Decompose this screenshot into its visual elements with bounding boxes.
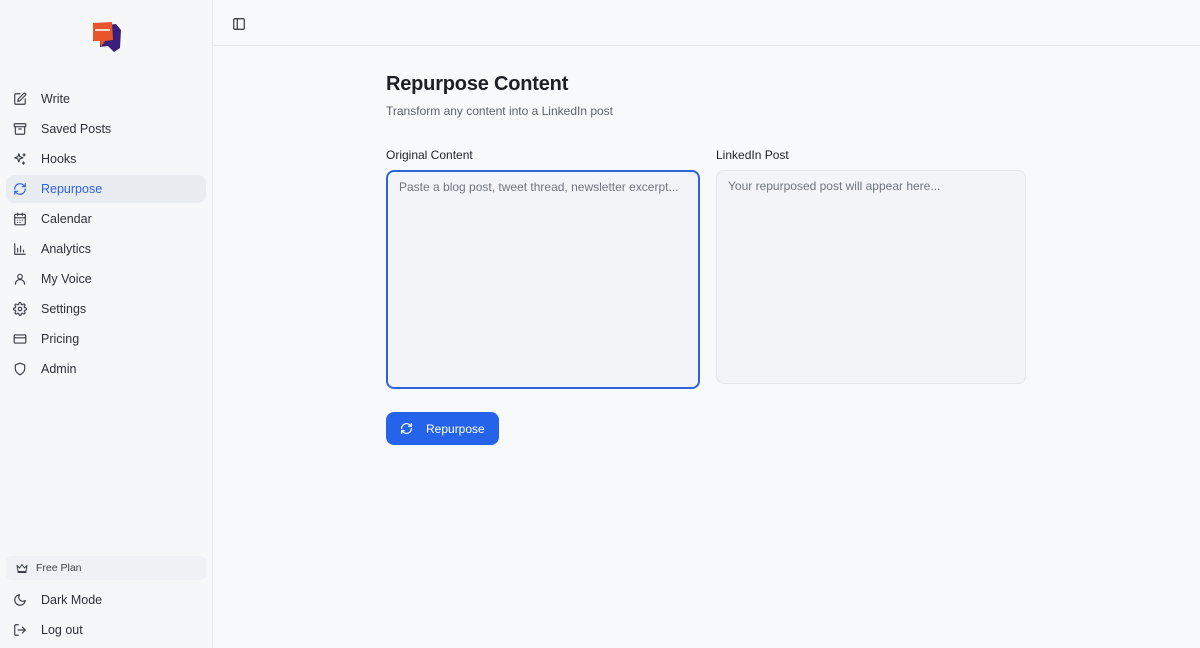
plan-badge: Free Plan: [6, 556, 206, 580]
panel-left-icon: [232, 18, 246, 35]
sidebar-item-label: Repurpose: [41, 182, 103, 196]
dark-mode-toggle[interactable]: Dark Mode: [6, 586, 206, 614]
sidebar-item-label: Settings: [41, 302, 87, 316]
linkedin-post-output: Your repurposed post will appear here...: [716, 170, 1026, 384]
sidebar-item-label: Saved Posts: [41, 122, 112, 136]
sidebar-footer: Free Plan Dark Mode Log out: [6, 556, 206, 646]
sidebar-item-write[interactable]: Write: [6, 85, 206, 113]
output-placeholder: Your repurposed post will appear here...: [728, 179, 941, 193]
page-subtitle: Transform any content into a LinkedIn po…: [386, 104, 614, 118]
refresh-icon: [13, 182, 27, 196]
app-root: Write Saved Posts Hooks Repurpose Calend…: [0, 0, 1200, 648]
archive-icon: [13, 122, 27, 136]
moon-icon: [13, 593, 27, 607]
original-content-input[interactable]: [386, 170, 700, 389]
sidebar-toggle-button[interactable]: [232, 17, 246, 31]
sidebar-item-label: My Voice: [41, 272, 92, 286]
sidebar-item-calendar[interactable]: Calendar: [6, 205, 206, 233]
repurpose-section: Repurpose Content Transform any content …: [386, 73, 1046, 445]
sidebar-item-label: Pricing: [41, 332, 80, 346]
dark-mode-label: Dark Mode: [41, 593, 103, 607]
sidebar-item-label: Admin: [41, 362, 77, 376]
bar-chart-icon: [13, 242, 27, 256]
page-title: Repurpose Content: [386, 73, 569, 95]
shield-icon: [13, 362, 27, 376]
crown-icon: [16, 562, 28, 574]
original-content-label: Original Content: [386, 148, 473, 162]
pencil-square-icon: [13, 92, 27, 106]
sidebar-item-repurpose[interactable]: Repurpose: [6, 175, 206, 203]
sidebar-item-admin[interactable]: Admin: [6, 355, 206, 383]
user-icon: [13, 272, 27, 286]
linkedin-post-label: LinkedIn Post: [716, 148, 789, 162]
repurpose-button[interactable]: Repurpose: [386, 412, 499, 445]
sidebar-item-saved-posts[interactable]: Saved Posts: [6, 115, 206, 143]
refresh-icon: [400, 422, 413, 435]
plan-label: Free Plan: [36, 562, 82, 574]
sidebar-item-label: Calendar: [41, 212, 92, 226]
panels: Original Content LinkedIn Post Your repu…: [386, 148, 1046, 394]
top-bar: [213, 0, 1200, 46]
sidebar-item-label: Write: [41, 92, 70, 106]
gear-icon: [13, 302, 27, 316]
logout-icon: [13, 623, 27, 637]
logout-label: Log out: [41, 623, 83, 637]
sidebar-item-pricing[interactable]: Pricing: [6, 325, 206, 353]
original-panel: Original Content: [386, 148, 700, 394]
sidebar-item-label: Hooks: [41, 152, 77, 166]
sidebar-item-settings[interactable]: Settings: [6, 295, 206, 323]
output-panel: LinkedIn Post Your repurposed post will …: [716, 148, 1030, 394]
app-logo[interactable]: [92, 21, 122, 53]
credit-card-icon: [13, 332, 27, 346]
sidebar: Write Saved Posts Hooks Repurpose Calend…: [0, 0, 213, 648]
main-area: Repurpose Content Transform any content …: [213, 0, 1200, 648]
sparkles-icon: [13, 152, 27, 166]
sidebar-item-analytics[interactable]: Analytics: [6, 235, 206, 263]
sidebar-nav: Write Saved Posts Hooks Repurpose Calend…: [6, 85, 206, 385]
sidebar-item-label: Analytics: [41, 242, 92, 256]
logout-button[interactable]: Log out: [6, 616, 206, 644]
repurpose-button-label: Repurpose: [426, 421, 485, 436]
sidebar-item-my-voice[interactable]: My Voice: [6, 265, 206, 293]
sidebar-item-hooks[interactable]: Hooks: [6, 145, 206, 173]
calendar-icon: [13, 212, 27, 226]
